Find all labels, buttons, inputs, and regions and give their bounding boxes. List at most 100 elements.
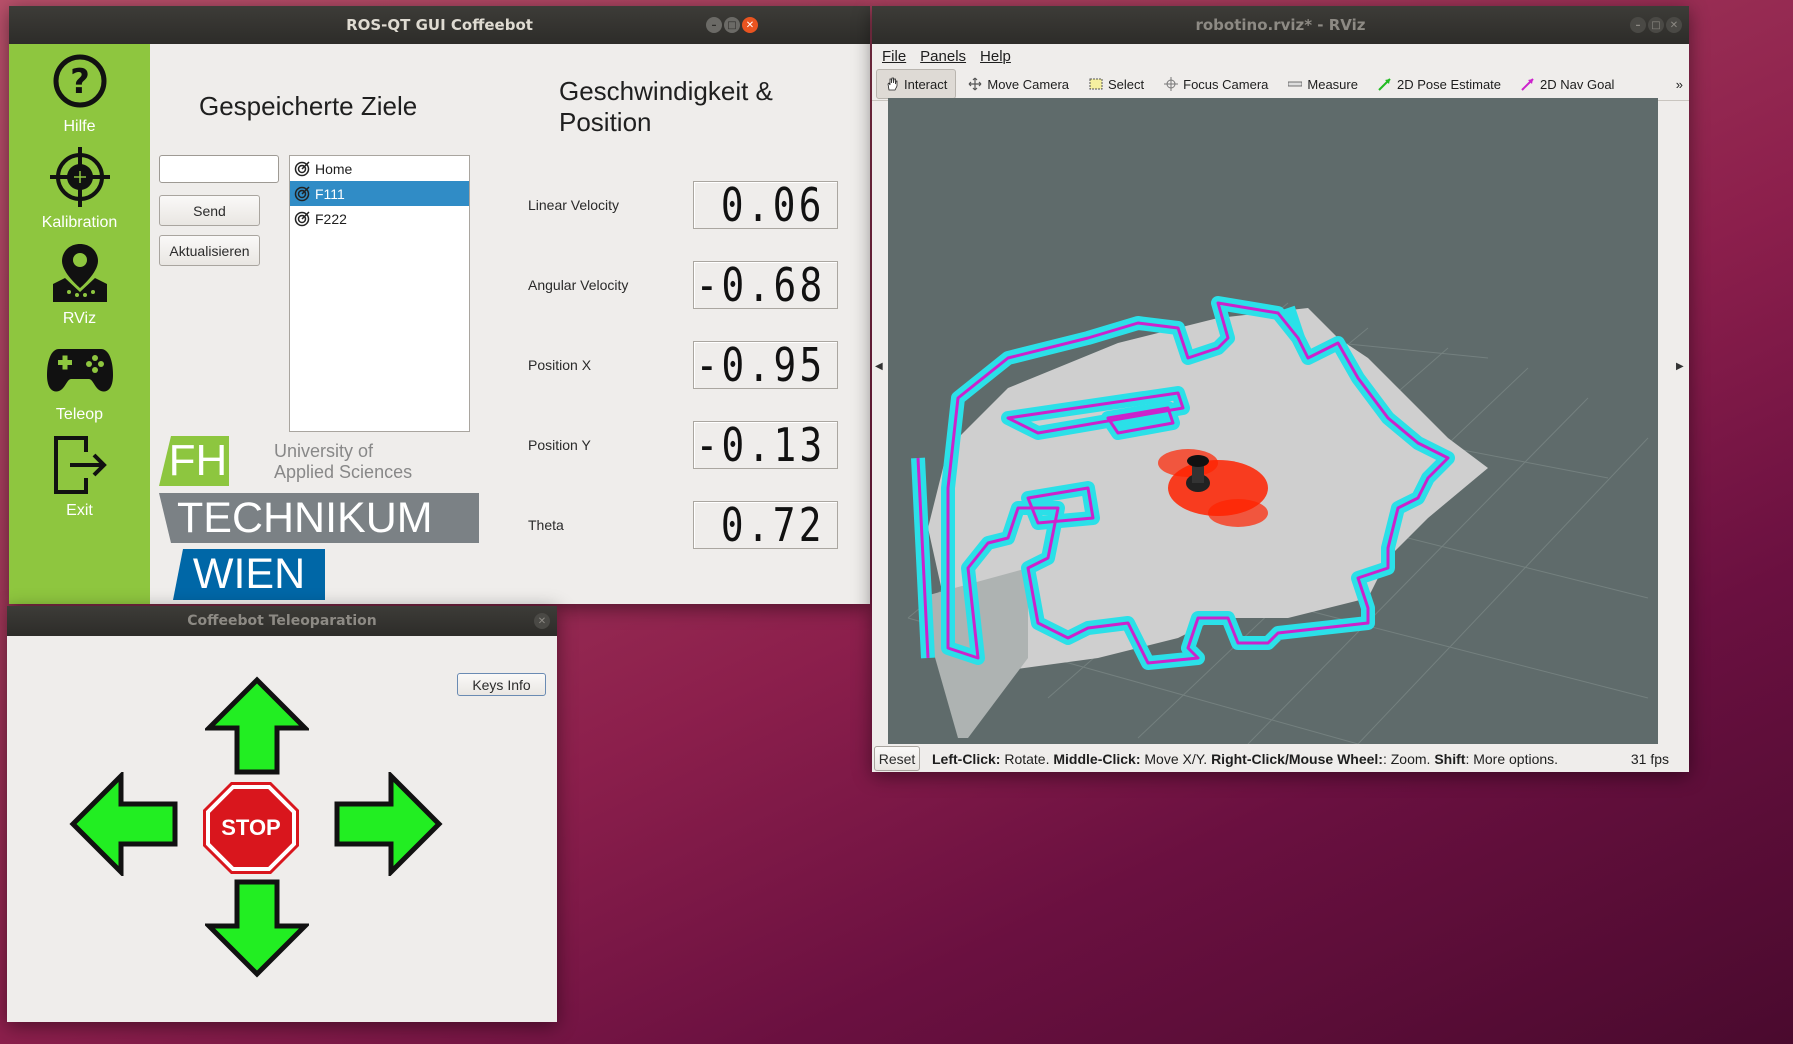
goal-label: F222 [315,210,347,227]
goals-heading: Gespeicherte Ziele [199,91,418,121]
refresh-button[interactable]: Aktualisieren [159,235,260,266]
theta-lcd: 0.72 [693,498,838,552]
rviz-window: robotino.rviz* - RViz – □ ✕ File Panels … [872,6,1689,772]
teleop-close-button[interactable]: ✕ [534,613,550,629]
tool-focus-camera[interactable]: Focus Camera [1156,70,1276,98]
reset-button[interactable]: Reset [874,746,920,771]
stop-label: STOP [221,815,281,840]
tool-label: 2D Pose Estimate [1396,76,1502,92]
position-x-label: Position X [528,357,592,373]
lcd-value: -0.13 [695,418,825,472]
linear-velocity-label: Linear Velocity [528,197,620,213]
goals-list[interactable]: Home F111 F222 [289,155,470,432]
linear-velocity-lcd: 0.06 [693,178,838,232]
tool-label: Move Camera [987,76,1069,92]
tool-2d-nav-goal[interactable]: 2D Nav Goal [1513,70,1622,98]
gui-window: ROS-QT GUI Coffeebot – □ ✕ ? Hilfe Kalib… [9,6,870,604]
sidebar-item-hilfe[interactable]: ? Hilfe [9,48,150,148]
position-y-lcd: -0.13 [693,418,838,472]
right-dock-toggle[interactable]: ▶ [1676,361,1684,372]
status-right-click: Right-Click/Mouse Wheel: [1211,750,1383,767]
gui-window-title: ROS-QT GUI Coffeebot [346,16,533,34]
status-move: Move X/Y. [1140,750,1208,767]
sidebar-item-teleop[interactable]: Teleop [9,336,150,436]
sidebar-item-rviz[interactable]: RViz [9,240,150,340]
status-rotate: Rotate. [1000,750,1050,767]
logo-line2: Applied Sciences [274,462,413,482]
exit-icon [44,432,116,498]
stop-button[interactable]: STOP [199,780,303,876]
gamepad-icon [44,336,116,402]
gui-titlebar[interactable]: ROS-QT GUI Coffeebot – □ ✕ [9,6,870,44]
angular-velocity-lcd: -0.68 [693,258,838,312]
minimize-button[interactable]: – [706,17,722,33]
rviz-titlebar[interactable]: robotino.rviz* - RViz – □ ✕ [872,6,1689,44]
tool-move-camera[interactable]: Move Camera [960,70,1077,98]
teleop-window: Coffeebot Teleoparation ✕ Keys Info STOP [7,606,557,1022]
svg-text:?: ? [70,62,90,102]
teleop-titlebar[interactable]: Coffeebot Teleoparation ✕ [7,606,557,636]
rviz-maximize-button[interactable]: □ [1648,17,1664,33]
status-middle-click: Middle-Click: [1053,750,1141,767]
status-zoom: : Zoom. [1382,750,1431,767]
velocity-heading: Geschwindigkeit & Position [559,76,773,138]
tool-label: Select [1108,76,1145,92]
send-button[interactable]: Send [159,195,260,226]
crosshair-icon [44,144,116,210]
fh-logo-text: FH [168,436,228,485]
menu-file[interactable]: File [882,48,906,65]
tool-label: 2D Nav Goal [1540,76,1615,92]
sidebar: ? Hilfe Kalibration RViz Teleop Exit [9,44,150,604]
rviz-3d-viewport[interactable] [888,98,1658,744]
map-render [907,296,1649,744]
tool-select[interactable]: Select [1081,70,1152,98]
list-item[interactable]: F111 [290,181,469,206]
lcd-value: -0.95 [695,338,825,392]
menu-help[interactable]: Help [980,48,1011,65]
position-x-lcd: -0.95 [693,338,838,392]
tool-interact[interactable]: Interact [876,69,957,99]
teleop-window-title: Coffeebot Teleoparation [187,613,377,629]
focus-icon [1164,77,1179,91]
ruler-icon [1288,81,1303,87]
fps-counter: 31 fps [1630,750,1669,767]
angular-velocity-label: Angular Velocity [528,277,629,293]
hand-icon [887,77,898,91]
toolbar-overflow-icon[interactable]: » [1676,77,1683,92]
goal-input[interactable] [159,155,279,183]
arrow-up-button[interactable] [205,676,309,776]
target-icon [294,185,310,201]
keys-info-button[interactable]: Keys Info [457,673,546,696]
left-dock-toggle[interactable]: ◀ [875,361,883,372]
rviz-minimize-button[interactable]: – [1630,17,1646,33]
logo-line1: University of [274,441,374,461]
sidebar-item-exit[interactable]: Exit [9,432,150,532]
arrow-right-button[interactable] [333,772,443,876]
status-more: : More options. [1465,750,1559,767]
list-item[interactable]: Home [290,156,469,181]
sidebar-label: RViz [62,310,97,327]
help-icon: ? [44,48,116,114]
lcd-value: 0.06 [721,178,825,232]
target-icon [294,210,310,226]
arrow-left-button[interactable] [69,772,179,876]
arrow-down-button[interactable] [205,878,309,978]
menu-panels[interactable]: Panels [920,48,966,65]
tool-label: Focus Camera [1183,76,1269,92]
close-button[interactable]: ✕ [742,17,758,33]
tool-measure[interactable]: Measure [1280,70,1366,98]
tool-2d-pose-estimate[interactable]: 2D Pose Estimate [1370,70,1509,98]
sidebar-label: Hilfe [63,118,96,135]
sidebar-item-kalibration[interactable]: Kalibration [9,144,150,244]
list-item[interactable]: F222 [290,206,469,231]
sidebar-label: Exit [66,502,93,519]
tool-label: Interact [904,76,948,92]
lcd-value: 0.72 [721,498,825,552]
rviz-close-button[interactable]: ✕ [1666,17,1682,33]
sidebar-label: Kalibration [41,214,118,231]
rviz-window-title: robotino.rviz* - RViz [1195,16,1366,34]
velocity-heading-line2: Position [559,107,652,137]
pose-arrow-icon [1378,78,1391,91]
maximize-button[interactable]: □ [724,17,740,33]
map-pin-icon [44,240,116,306]
